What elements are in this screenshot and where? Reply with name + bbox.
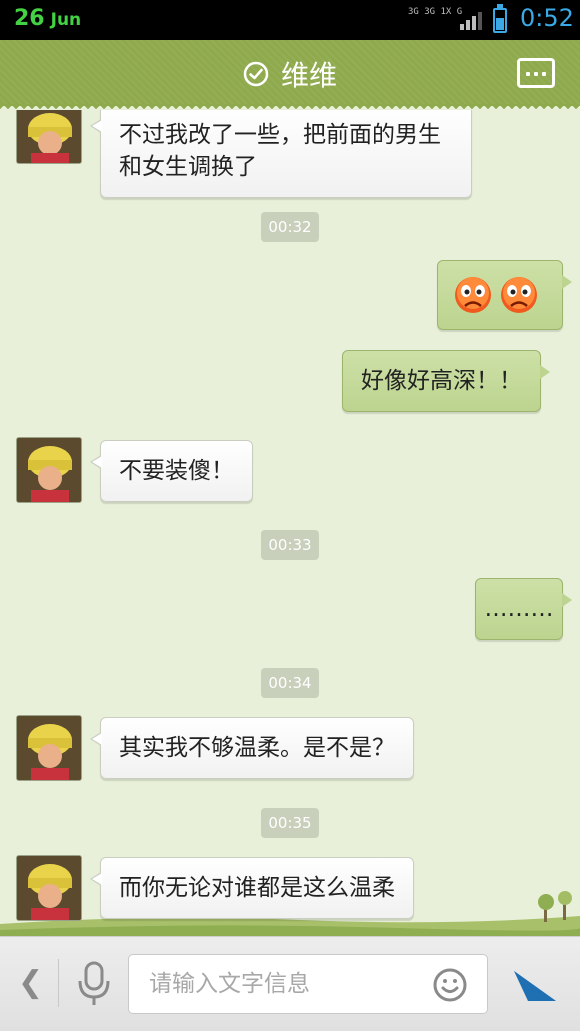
message-text: 不要装傻！ (119, 458, 234, 484)
more-menu-button[interactable] (517, 58, 555, 88)
message-timestamp: 00:32 (261, 212, 319, 242)
more-menu-icon (526, 72, 530, 76)
message-text: 其实我不够温柔。是不是？ (119, 735, 395, 761)
back-chevron-icon[interactable]: ❮ (18, 965, 43, 1000)
status-day: 26 (14, 6, 45, 31)
contact-name: 维维 (280, 59, 337, 92)
message-text: 好像好高深！！ (361, 368, 522, 394)
message-timestamp: 00:35 (261, 808, 319, 838)
check-circle-icon (243, 61, 269, 87)
header-title-group: 维维 (0, 54, 580, 94)
divider (58, 959, 59, 1007)
send-icon[interactable] (512, 963, 558, 1005)
message-text: 而你无论对谁都是这么温柔 (119, 875, 395, 901)
angry-face-icon (501, 277, 537, 313)
chat-header: 维维 (0, 40, 580, 106)
contact-avatar[interactable] (16, 437, 82, 503)
contact-avatar[interactable] (16, 110, 82, 164)
network-indicator: 3G 3G 1X G (408, 7, 463, 17)
signal-icon (460, 10, 486, 30)
contact-avatar[interactable] (16, 715, 82, 781)
message-text: ……… (484, 596, 554, 622)
message-list[interactable]: 不过我改了一些，把前面的男生和女生调换了 00:32 好像好高深！！ 不要装傻！… (0, 110, 580, 936)
message-bubble-outgoing[interactable] (437, 260, 572, 330)
battery-icon (493, 4, 507, 33)
microphone-icon[interactable] (74, 961, 114, 1007)
message-text: 不过我改了一些，把前面的男生和女生调换了 (119, 122, 441, 180)
input-bar: ❮ (0, 936, 580, 1031)
smiley-icon[interactable] (432, 967, 468, 1003)
message-bubble-incoming[interactable]: 不要装傻！ (90, 440, 253, 502)
status-month: Jun (50, 10, 82, 30)
contact-avatar[interactable] (16, 855, 82, 921)
angry-face-icon (455, 277, 491, 313)
message-bubble-outgoing[interactable]: ……… (475, 578, 572, 640)
message-bubble-outgoing[interactable]: 好像好高深！！ (342, 350, 550, 412)
message-timestamp: 00:34 (261, 668, 319, 698)
status-time: 0:52 (520, 4, 574, 32)
message-timestamp: 00:33 (261, 530, 319, 560)
status-date: 26 Jun (14, 6, 81, 31)
message-bubble-incoming[interactable]: 其实我不够温柔。是不是？ (90, 717, 414, 779)
message-bubble-incoming[interactable]: 不过我改了一些，把前面的男生和女生调换了 (90, 110, 472, 198)
message-bubble-incoming[interactable]: 而你无论对谁都是这么温柔 (90, 857, 414, 919)
status-bar: 26 Jun 3G 3G 1X G 0:52 (0, 0, 580, 40)
